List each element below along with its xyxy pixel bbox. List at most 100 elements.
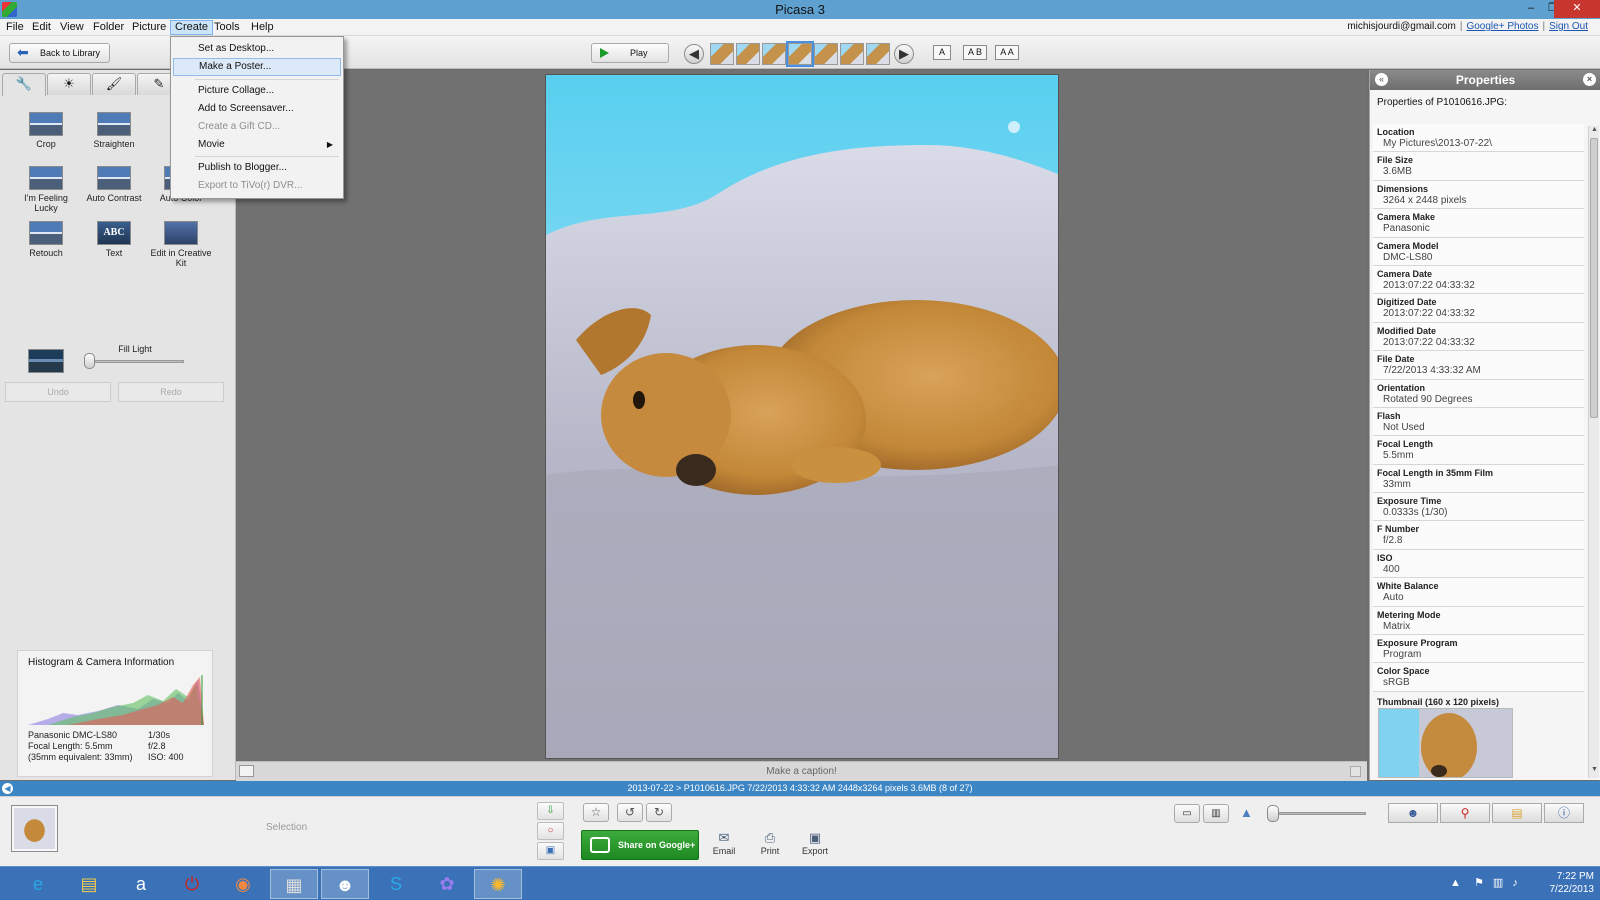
property-row: ISO 400 (1373, 549, 1584, 579)
caption-bar: Make a caption! (236, 761, 1367, 781)
tray-selected-photo[interactable] (11, 805, 58, 852)
taskbar-clock[interactable]: 7:22 PM 7/22/2013 (1534, 870, 1595, 896)
export-button[interactable]: ▣ Export (795, 830, 835, 856)
internet-explorer-icon[interactable]: e (14, 869, 62, 899)
tab-effects[interactable]: 🖌 (92, 73, 136, 95)
menu-item-set-as-desktop[interactable]: Set as Desktop... (173, 40, 341, 58)
picasa-icon[interactable]: ✺ (474, 869, 522, 899)
info-icon[interactable]: ⓘ (1544, 803, 1584, 823)
location-pin-icon[interactable]: ⚲ (1440, 803, 1490, 823)
clear-tray-icon[interactable]: ○ (537, 822, 564, 840)
menu-tools[interactable]: Tools (210, 20, 244, 35)
previous-photo-button[interactable]: ◀ (684, 44, 704, 64)
menu-view[interactable]: View (56, 20, 88, 35)
print-button[interactable]: ⎙ Print (750, 830, 790, 856)
filmstrip-thumb[interactable] (866, 43, 890, 65)
chrome-icon[interactable]: ◉ (219, 869, 267, 899)
share-on-google-plus-button[interactable]: Share on Google+ (581, 830, 699, 860)
network-icon[interactable]: ▥ (1493, 877, 1503, 889)
text-tool[interactable]: ABC Text (81, 221, 147, 258)
rotate-left-icon[interactable]: ↺ (617, 803, 643, 822)
menu-help[interactable]: Help (247, 20, 278, 35)
fill-light-slider-handle[interactable] (84, 353, 95, 369)
filmstrip-thumb[interactable] (840, 43, 864, 65)
email-button[interactable]: ✉ Email (704, 830, 744, 856)
filmstrip-thumb-selected[interactable] (786, 41, 814, 67)
text-label: Text (105, 248, 123, 258)
scroll-up-icon[interactable]: ▲ (1589, 126, 1600, 138)
scroll-down-icon[interactable]: ▼ (1589, 766, 1600, 778)
redo-button[interactable]: Redo (118, 382, 224, 402)
fill-light-slider-track[interactable] (86, 360, 184, 363)
menu-item-picture-collage[interactable]: Picture Collage... (173, 82, 341, 100)
zoom-slider-track[interactable] (1270, 812, 1366, 815)
close-panel-icon[interactable]: × (1583, 73, 1596, 86)
star-icon[interactable]: ☆ (583, 803, 609, 822)
caption-mode-ab[interactable]: A B (963, 45, 987, 60)
creative-kit-tool[interactable]: Edit in Creative Kit (148, 221, 214, 268)
caption-mode-a[interactable]: A (933, 45, 951, 60)
file-explorer-icon[interactable]: ▤ (65, 869, 113, 899)
menu-folder[interactable]: Folder (89, 20, 128, 35)
crop-icon (29, 112, 63, 136)
skype-icon[interactable]: S (372, 869, 420, 899)
add-to-album-icon[interactable]: ▣ (537, 842, 564, 860)
google-photos-link[interactable]: Google+ Photos (1466, 21, 1538, 32)
documents-icon[interactable]: ▦ (270, 869, 318, 899)
filmstrip-thumb[interactable] (762, 43, 786, 65)
menu-picture[interactable]: Picture (128, 20, 170, 35)
filmstrip-thumb[interactable] (736, 43, 760, 65)
caption-mode-aa[interactable]: A A (995, 45, 1019, 60)
crop-tool[interactable]: Crop (13, 112, 79, 149)
back-to-library-button[interactable]: ⬅ Back to Library (9, 43, 110, 63)
auto-contrast-tool[interactable]: Auto Contrast (81, 166, 147, 203)
photo-dog-on-blanket[interactable] (545, 74, 1059, 759)
property-row: White Balance Auto (1373, 578, 1584, 607)
menu-edit[interactable]: Edit (28, 20, 55, 35)
property-value: Rotated 90 Degrees (1383, 393, 1473, 405)
property-key: Color Space (1377, 666, 1430, 677)
scrollbar-thumb[interactable] (1590, 138, 1598, 418)
caption-input[interactable]: Make a caption! (236, 766, 1367, 777)
properties-scrollbar[interactable]: ▲ ▼ (1588, 126, 1599, 778)
filmstrip-thumb[interactable] (710, 43, 734, 65)
flower-app-icon[interactable]: ✿ (423, 869, 471, 899)
single-view-icon[interactable]: ▭ (1174, 804, 1200, 823)
menu-item-movie-label: Movie (198, 139, 225, 150)
compare-view-icon[interactable]: ▥ (1203, 804, 1229, 823)
window-title: Picasa 3 (775, 2, 825, 17)
amazon-icon[interactable]: a (117, 869, 165, 899)
caption-resize-icon[interactable] (1350, 766, 1361, 777)
volume-icon[interactable]: ♪ (1512, 877, 1518, 889)
panda-icon[interactable]: ☻ (321, 869, 369, 899)
rotate-right-icon[interactable]: ↻ (646, 803, 672, 822)
next-photo-button[interactable]: ▶ (894, 44, 914, 64)
property-value: f/2.8 (1383, 535, 1403, 547)
menu-item-movie[interactable]: Movie ▶ (173, 136, 341, 154)
retouch-tool[interactable]: Retouch (13, 221, 79, 258)
people-icon[interactable]: ☻ (1388, 803, 1438, 823)
undo-button[interactable]: Undo (5, 382, 111, 402)
straighten-tool[interactable]: Straighten (81, 112, 147, 149)
menu-item-publish-to-blogger[interactable]: Publish to Blogger... (173, 159, 341, 177)
filmstrip-thumb[interactable] (814, 43, 838, 65)
menu-item-add-to-screensaver[interactable]: Add to Screensaver... (173, 100, 341, 118)
hold-pin-icon[interactable]: ⇩ (537, 802, 564, 820)
play-button[interactable]: Play (591, 43, 669, 63)
zoom-slider-handle[interactable] (1267, 805, 1279, 822)
status-text: 2013-07-22 > P1010616.JPG 7/22/2013 4:33… (627, 783, 973, 793)
tags-icon[interactable]: ▤ (1492, 803, 1542, 823)
security-icon[interactable]: ⚑ (1474, 877, 1484, 889)
menu-item-make-a-poster[interactable]: Make a Poster... (173, 58, 341, 76)
tab-tuning[interactable]: ☀ (47, 73, 91, 95)
feeling-lucky-tool[interactable]: I'm Feeling Lucky (13, 166, 79, 213)
show-hidden-icons-icon[interactable]: ▲ (1450, 877, 1461, 889)
menu-create[interactable]: Create (170, 20, 214, 35)
sign-out-link[interactable]: Sign Out (1549, 21, 1588, 32)
close-button[interactable]: ✕ (1554, 0, 1600, 18)
property-value: sRGB (1383, 677, 1410, 689)
power-app-icon[interactable]: ⏻ (168, 869, 216, 899)
tab-basic-fixes[interactable]: 🔧 (2, 73, 46, 96)
picasa-icon-glyph: ✺ (490, 875, 506, 895)
menu-file[interactable]: File (2, 20, 28, 35)
